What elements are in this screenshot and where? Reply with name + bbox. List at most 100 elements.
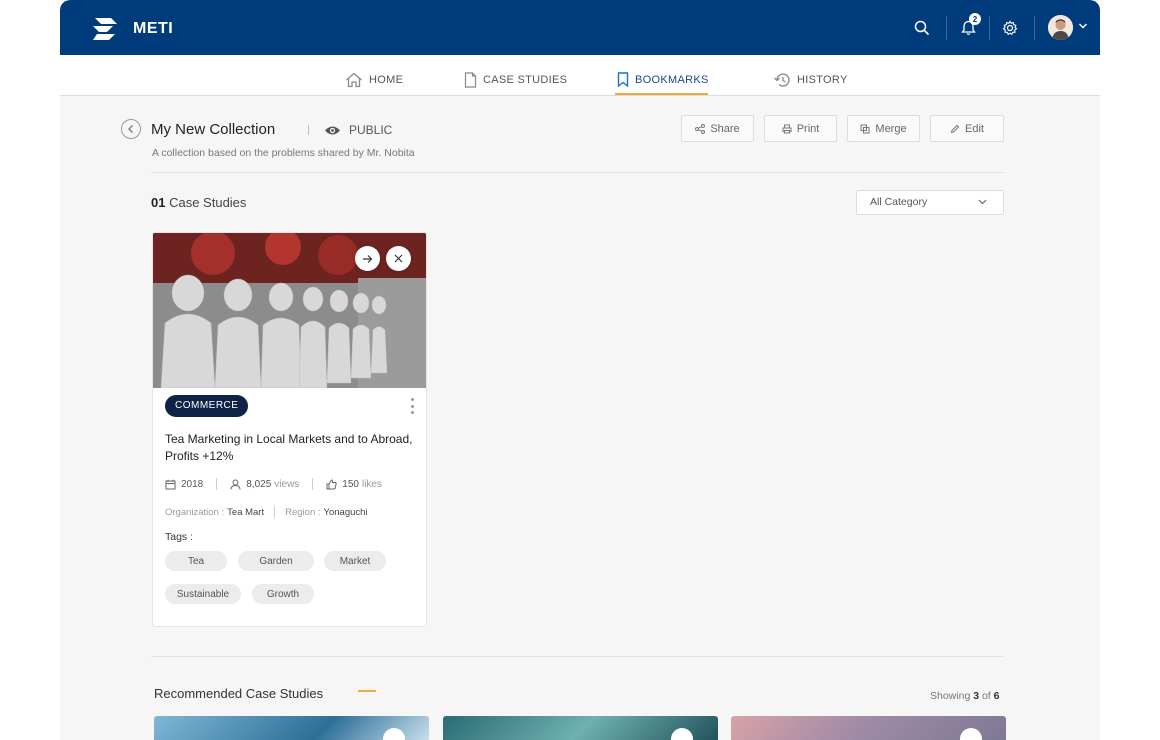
share-icon [695, 123, 706, 134]
more-options-icon[interactable] [409, 398, 415, 414]
share-label: Share [710, 122, 740, 135]
eye-icon [325, 126, 340, 134]
add-icon[interactable] [383, 728, 405, 740]
notification-badge: 2 [969, 13, 981, 25]
region-value: Yonaguchi [323, 506, 368, 518]
likes-info: 150 likes [326, 479, 382, 490]
open-case-study-button[interactable] [355, 246, 380, 271]
case-study-image [153, 233, 426, 388]
add-icon[interactable] [671, 728, 693, 740]
active-tab-indicator [615, 93, 708, 95]
share-button[interactable]: Share [681, 115, 754, 142]
likes-value: 150 [342, 478, 359, 490]
nav-item-home[interactable]: HOME [345, 72, 403, 88]
showing-count: Showing 3 of 6 [930, 690, 1000, 702]
visibility-status[interactable]: PUBLIC [324, 123, 392, 137]
category-filter-value: All Category [870, 196, 928, 208]
header-divider [1034, 16, 1035, 40]
merge-label: Merge [875, 122, 907, 135]
chevron-left-icon [128, 125, 133, 133]
pencil-icon [950, 124, 960, 133]
category-badge[interactable]: COMMERCE [165, 395, 249, 417]
recommended-card[interactable] [443, 716, 718, 740]
merge-icon [860, 124, 870, 133]
section-divider [151, 172, 1004, 173]
brand-name[interactable]: METI [133, 20, 173, 38]
organization-value: Tea Mart [227, 506, 265, 518]
calendar-icon [165, 479, 176, 489]
close-icon [394, 254, 403, 263]
nav-item-label: CASE STUDIES [483, 74, 568, 86]
printer-icon [782, 124, 792, 133]
title-divider [308, 125, 309, 135]
case-study-meta: 2018 8,025 views 150 likes [165, 478, 382, 490]
likes-label: likes [361, 478, 382, 490]
gear-icon[interactable] [999, 17, 1021, 39]
visibility-label: PUBLIC [349, 123, 393, 137]
merge-button[interactable]: Merge [847, 115, 920, 142]
search-icon[interactable] [911, 17, 933, 39]
meti-logo-icon[interactable] [91, 14, 119, 44]
user-icon [230, 479, 241, 490]
category-filter-select[interactable]: All Category [856, 190, 1004, 215]
app-window: METI 2 HOME CASE STUDIES BOOKMARKS HISTO… [60, 0, 1100, 740]
tag-chip[interactable]: Growth [252, 584, 314, 604]
back-button[interactable] [121, 119, 141, 139]
showing-of: of [981, 690, 991, 702]
nav-item-history[interactable]: HISTORY [773, 72, 848, 88]
showing-current: 3 [973, 690, 980, 702]
tag-chip[interactable]: Market [324, 551, 386, 571]
section-divider [151, 656, 1004, 657]
top-bar: METI 2 [60, 0, 1100, 55]
views-label: views [274, 478, 300, 490]
tag-chip[interactable]: Tea [165, 551, 227, 571]
header-divider [989, 16, 990, 40]
recommended-title: Recommended Case Studies [154, 686, 324, 701]
notifications-button[interactable]: 2 [957, 13, 981, 39]
recommended-accent-line [358, 690, 376, 692]
organization-region: Organization : Tea Mart Region : Yonaguc… [165, 506, 368, 518]
views-info: 8,025 views [230, 479, 299, 490]
views-value: 8,025 [246, 478, 272, 490]
avatar[interactable] [1048, 15, 1073, 40]
showing-total: 6 [993, 690, 1000, 702]
nav-item-label: HOME [369, 74, 404, 86]
collection-description: A collection based on the problems share… [152, 147, 415, 159]
nav-item-label: HISTORY [797, 74, 848, 86]
nav-item-bookmarks[interactable]: BOOKMARKS [617, 72, 709, 87]
print-button[interactable]: Print [764, 115, 837, 142]
chevron-down-icon [978, 199, 987, 205]
count-number: 01 [151, 195, 166, 210]
home-icon [346, 72, 362, 88]
edit-label: Edit [965, 122, 984, 135]
history-icon [774, 73, 790, 87]
case-study-card[interactable]: COMMERCE Tea Marketing in Local Markets … [152, 232, 427, 627]
year-value: 2018 [181, 478, 204, 490]
tag-chip[interactable]: Garden [238, 551, 314, 571]
document-icon [464, 72, 477, 88]
case-study-count: 01 Case Studies [151, 195, 246, 210]
case-study-title[interactable]: Tea Marketing in Local Markets and to Ab… [165, 431, 415, 465]
print-label: Print [796, 122, 820, 135]
count-label: Case Studies [169, 195, 247, 210]
bookmark-icon [617, 72, 629, 87]
recommended-card[interactable] [731, 716, 1006, 740]
edit-button[interactable]: Edit [930, 115, 1004, 142]
recommended-card[interactable] [154, 716, 429, 740]
chevron-down-icon[interactable] [1078, 22, 1088, 30]
thumbs-up-icon [326, 478, 337, 489]
year-info: 2018 [165, 479, 203, 490]
add-icon[interactable] [960, 728, 982, 740]
showing-prefix: Showing [930, 690, 971, 702]
tags-label: Tags : [165, 531, 194, 543]
arrow-right-icon [363, 254, 373, 263]
nav-item-case-studies[interactable]: CASE STUDIES [464, 72, 567, 88]
region-label: Region : [285, 506, 321, 518]
remove-bookmark-button[interactable] [386, 246, 411, 271]
collection-title: My New Collection [151, 121, 276, 138]
nav-item-label: BOOKMARKS [635, 73, 709, 86]
tag-chip[interactable]: Sustainable [165, 584, 241, 604]
organization-label: Organization : [165, 506, 225, 518]
main-nav: HOME CASE STUDIES BOOKMARKS HISTORY [60, 55, 1100, 96]
header-divider [946, 16, 947, 40]
